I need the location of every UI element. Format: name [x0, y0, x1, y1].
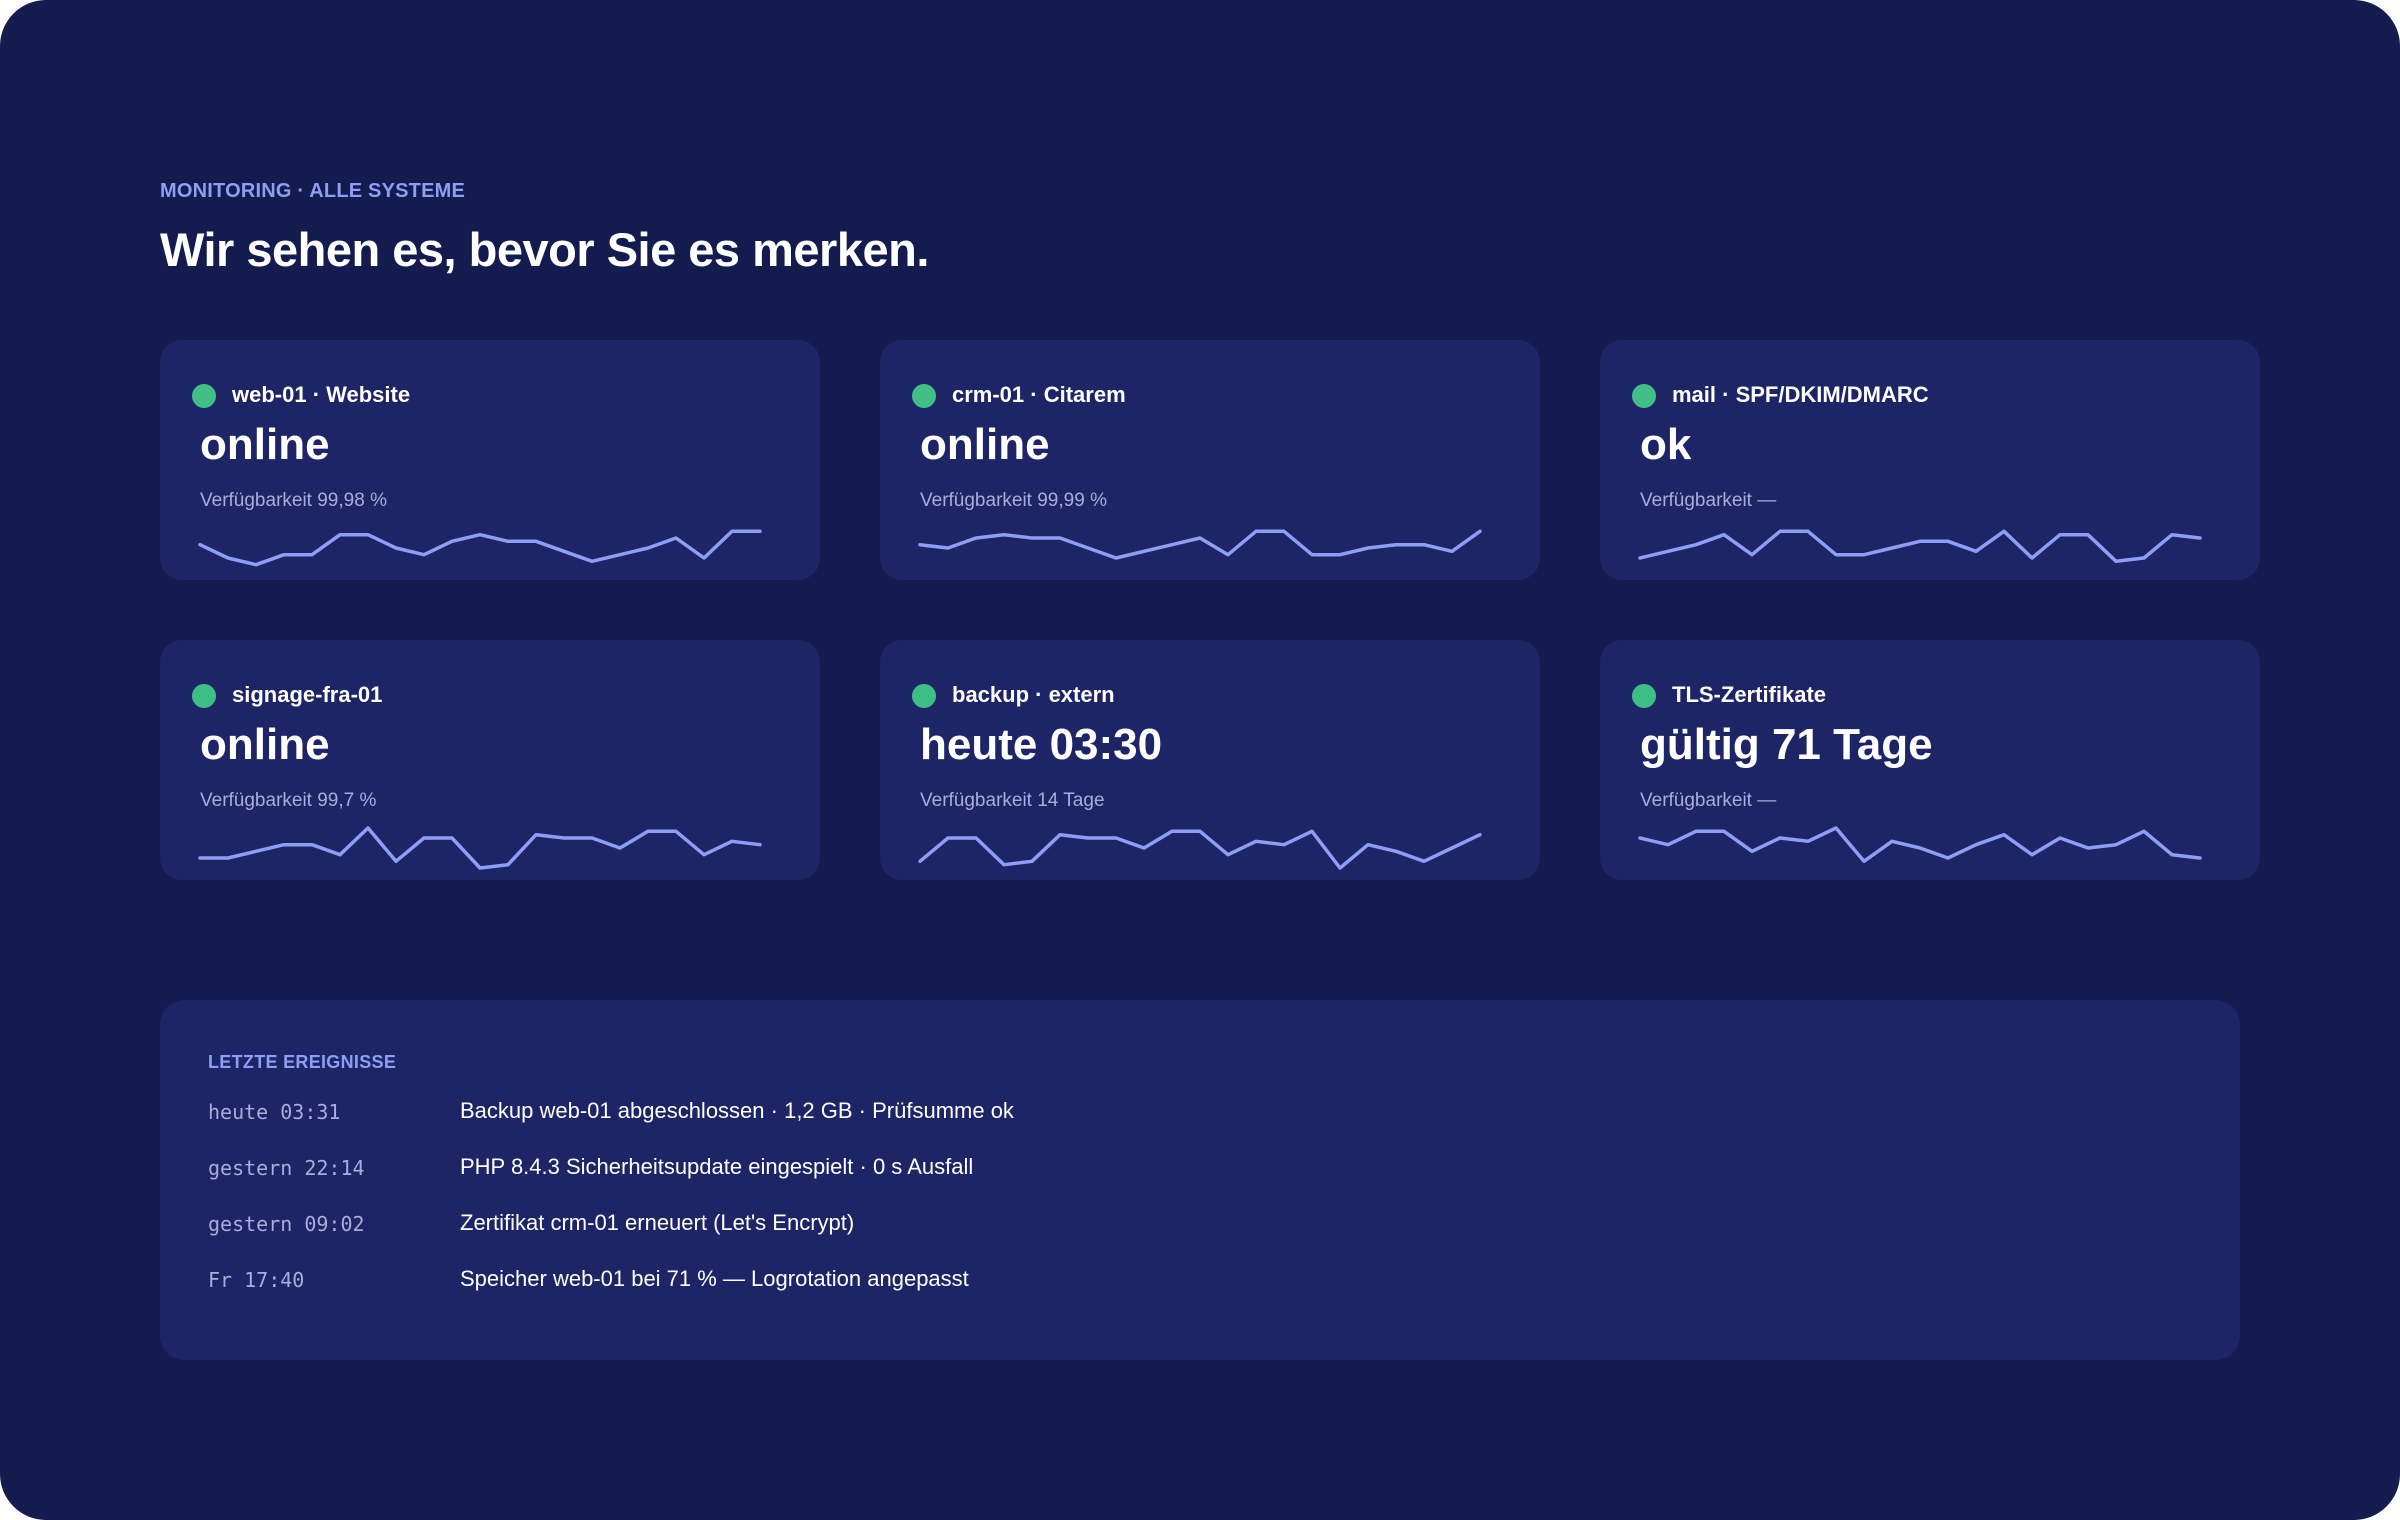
event-row: heute 03:31 Backup web-01 abgeschlossen …	[208, 1098, 2188, 1140]
sparkline-path	[198, 826, 762, 870]
event-message: PHP 8.4.3 Sicherheitsupdate eingespielt …	[460, 1154, 974, 1179]
system-status: online	[200, 720, 330, 769]
event-time: heute 03:31	[208, 1100, 341, 1124]
system-name: mail · SPF/DKIM/DMARC	[1672, 382, 1929, 407]
section-eyebrow: MONITORING · ALLE SYSTEME	[160, 180, 466, 202]
status-card-signage-fra-01[interactable]: signage-fra-01 online Verfügbarkeit 99,7…	[160, 640, 820, 880]
recent-events-panel: LETZTE EREIGNISSE heute 03:31 Backup web…	[160, 1000, 2240, 1360]
system-name: web-01 · Website	[232, 382, 411, 407]
uptime-sparkline	[198, 826, 762, 870]
sparkline-path	[918, 529, 1482, 560]
status-card-mail[interactable]: mail · SPF/DKIM/DMARC ok Verfügbarkeit —	[1600, 340, 2260, 580]
sparkline-path	[198, 529, 762, 567]
availability-label: Verfügbarkeit 99,99 %	[920, 490, 1107, 511]
event-row: Fr 17:40 Speicher web-01 bei 71 % — Logr…	[208, 1266, 2188, 1308]
event-time: gestern 22:14	[208, 1156, 365, 1180]
page-title: Wir sehen es, bevor Sie es merken.	[160, 223, 929, 276]
system-name: crm-01 · Citarem	[952, 382, 1126, 407]
event-message: Speicher web-01 bei 71 % — Logrotation a…	[460, 1266, 969, 1291]
availability-label: Verfügbarkeit 99,98 %	[200, 490, 387, 511]
status-indicator-dot	[1632, 384, 1656, 408]
uptime-sparkline	[918, 829, 1482, 870]
status-indicator-dot	[912, 684, 936, 708]
status-card-backup[interactable]: backup · extern heute 03:30 Verfügbarkei…	[880, 640, 1540, 880]
sparkline-path	[918, 829, 1482, 870]
availability-label: Verfügbarkeit 99,7 %	[200, 790, 377, 811]
availability-label: Verfügbarkeit 14 Tage	[920, 790, 1105, 811]
system-status: online	[920, 420, 1050, 469]
status-indicator-dot	[1632, 684, 1656, 708]
sparkline-path	[1638, 826, 2202, 864]
status-indicator-dot	[192, 384, 216, 408]
event-message: Zertifikat crm-01 erneuert (Let's Encryp…	[460, 1210, 855, 1235]
sparkline-path	[1638, 529, 2202, 564]
availability-label: Verfügbarkeit —	[1640, 490, 1777, 511]
status-card-crm-01[interactable]: crm-01 · Citarem online Verfügbarkeit 99…	[880, 340, 1540, 580]
system-name: backup · extern	[952, 682, 1115, 707]
monitoring-panel: MONITORING · ALLE SYSTEME Wir sehen es, …	[0, 0, 2400, 1520]
system-name: signage-fra-01	[232, 682, 383, 707]
uptime-sparkline	[198, 529, 762, 567]
status-indicator-dot	[192, 684, 216, 708]
events-title: LETZTE EREIGNISSE	[208, 1052, 397, 1072]
uptime-sparkline	[918, 529, 1482, 560]
system-status: online	[200, 420, 330, 469]
system-status: gültig 71 Tage	[1640, 720, 1933, 769]
event-row: gestern 22:14 PHP 8.4.3 Sicherheitsupdat…	[208, 1154, 2188, 1196]
system-status: ok	[1640, 420, 1692, 469]
event-time: gestern 09:02	[208, 1212, 365, 1236]
event-row: gestern 09:02 Zertifikat crm-01 erneuert…	[208, 1210, 2188, 1252]
system-status: heute 03:30	[920, 720, 1163, 769]
status-card-tls[interactable]: TLS-Zertifikate gültig 71 Tage Verfügbar…	[1600, 640, 2260, 880]
uptime-sparkline	[1638, 529, 2202, 564]
event-time: Fr 17:40	[208, 1268, 305, 1292]
system-name: TLS-Zertifikate	[1672, 682, 1827, 707]
status-indicator-dot	[912, 384, 936, 408]
uptime-sparkline	[1638, 826, 2202, 864]
status-card-web-01[interactable]: web-01 · Website online Verfügbarkeit 99…	[160, 340, 820, 580]
status-card-grid: web-01 · Website online Verfügbarkeit 99…	[160, 340, 2260, 880]
availability-label: Verfügbarkeit —	[1640, 790, 1777, 811]
event-message: Backup web-01 abgeschlossen · 1,2 GB · P…	[460, 1098, 1014, 1123]
